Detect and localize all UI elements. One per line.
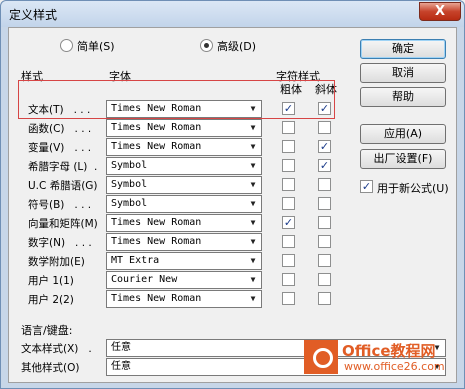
- font-select-value: Times New Roman: [111, 217, 202, 228]
- font-select-value: Times New Roman: [111, 293, 202, 304]
- window-title: 定义样式: [9, 8, 58, 22]
- font-select[interactable]: Symbol ▼: [106, 195, 262, 213]
- italic-checkbox[interactable]: [318, 197, 331, 210]
- italic-checkbox[interactable]: [318, 235, 331, 248]
- text-style-value: 任意: [111, 342, 131, 353]
- help-button[interactable]: 帮助: [360, 87, 446, 107]
- row-label: 希腊字母 (L) .: [28, 161, 98, 173]
- italic-checkbox[interactable]: [318, 254, 331, 267]
- chevron-down-icon: ▼: [250, 123, 256, 132]
- ok-button[interactable]: 确定: [360, 39, 446, 59]
- chevron-down-icon: ▼: [250, 199, 256, 208]
- office-watermark: Office教程网 www.office26.com: [304, 340, 465, 382]
- font-select-value: Symbol: [111, 198, 148, 209]
- italic-checkbox[interactable]: [318, 178, 331, 191]
- font-select[interactable]: Times New Roman ▼: [106, 214, 262, 232]
- bold-checkbox[interactable]: [282, 121, 295, 134]
- font-select[interactable]: MT Extra ▼: [106, 252, 262, 270]
- font-select-value: Times New Roman: [111, 236, 202, 247]
- bold-checkbox[interactable]: [282, 178, 295, 191]
- italic-checkbox[interactable]: ✓: [318, 159, 331, 172]
- chevron-down-icon: ▼: [250, 142, 256, 151]
- row-label: 函数(C) . . .: [28, 123, 92, 135]
- chevron-down-icon: ▼: [250, 256, 256, 265]
- font-select-value: Courier New: [111, 274, 178, 285]
- bold-checkbox[interactable]: [282, 292, 295, 305]
- bold-checkbox[interactable]: ✓: [282, 216, 295, 229]
- row-label: U.C 希腊语(G): [28, 180, 98, 192]
- other-style-value: 任意: [111, 361, 131, 372]
- cancel-button[interactable]: 取消: [360, 63, 446, 83]
- chevron-down-icon: ▼: [250, 275, 256, 284]
- title-bar[interactable]: 定义样式 X: [1, 1, 464, 27]
- close-button[interactable]: X: [419, 2, 461, 21]
- font-select[interactable]: Times New Roman ▼: [106, 138, 262, 156]
- use-for-new-label: 用于新公式(U): [377, 182, 449, 195]
- font-select[interactable]: Symbol ▼: [106, 176, 262, 194]
- chevron-down-icon: ▼: [250, 294, 256, 303]
- font-select-value: Times New Roman: [111, 141, 202, 152]
- language-header: 语言/键盘:: [21, 324, 73, 337]
- advanced-label: 高级(D): [217, 40, 257, 53]
- watermark-title: Office教程网: [342, 342, 436, 360]
- row-label: 数字(N) . . .: [28, 237, 92, 249]
- bold-checkbox[interactable]: [282, 235, 295, 248]
- font-select[interactable]: Times New Roman ▼: [106, 119, 262, 137]
- office-logo-icon: [304, 340, 338, 374]
- row-label: 向量和矩阵(M): [28, 218, 98, 230]
- italic-checkbox[interactable]: ✓: [318, 140, 331, 153]
- font-select[interactable]: Symbol ▼: [106, 157, 262, 175]
- italic-checkbox[interactable]: [318, 273, 331, 286]
- chevron-down-icon: ▼: [250, 237, 256, 246]
- bold-checkbox[interactable]: [282, 273, 295, 286]
- close-icon: X: [434, 4, 446, 19]
- font-select-value: Times New Roman: [111, 122, 202, 133]
- factory-settings-button[interactable]: 出厂设置(F): [360, 149, 446, 169]
- chevron-down-icon: ▼: [250, 161, 256, 170]
- use-for-new-checkbox[interactable]: ✓: [360, 180, 373, 193]
- font-select-value: MT Extra: [111, 255, 160, 266]
- row-label: 数学附加(E): [28, 256, 85, 268]
- apply-button[interactable]: 应用(A): [360, 124, 446, 144]
- chevron-down-icon: ▼: [250, 218, 256, 227]
- simple-label: 简单(S): [77, 40, 115, 53]
- highlight-box: [18, 80, 335, 119]
- bold-checkbox[interactable]: [282, 254, 295, 267]
- font-select[interactable]: Times New Roman ▼: [106, 233, 262, 251]
- font-select-value: Symbol: [111, 160, 148, 171]
- font-select[interactable]: Times New Roman ▼: [106, 290, 262, 308]
- advanced-radio[interactable]: [200, 39, 213, 52]
- italic-checkbox[interactable]: [318, 292, 331, 305]
- watermark-url: www.office26.com: [344, 360, 445, 373]
- row-label: 用户 2(2): [28, 294, 74, 306]
- font-select[interactable]: Courier New ▼: [106, 271, 262, 289]
- italic-checkbox[interactable]: [318, 216, 331, 229]
- row-label: 变量(V) . . .: [28, 142, 92, 154]
- font-select-value: Symbol: [111, 179, 148, 190]
- other-style-label: 其他样式(O): [21, 362, 80, 374]
- simple-radio[interactable]: [60, 39, 73, 52]
- text-style-label: 文本样式(X) .: [21, 343, 92, 355]
- bold-checkbox[interactable]: [282, 140, 295, 153]
- bold-checkbox[interactable]: [282, 197, 295, 210]
- bold-checkbox[interactable]: [282, 159, 295, 172]
- dialog-window: 定义样式 X 简单(S) 高级(D) 样式 字体 字符样式 粗体 斜体 确定 取…: [0, 0, 465, 389]
- chevron-down-icon: ▼: [250, 180, 256, 189]
- italic-checkbox[interactable]: [318, 121, 331, 134]
- row-label: 符号(B) . . .: [28, 199, 92, 211]
- row-label: 用户 1(1): [28, 275, 74, 287]
